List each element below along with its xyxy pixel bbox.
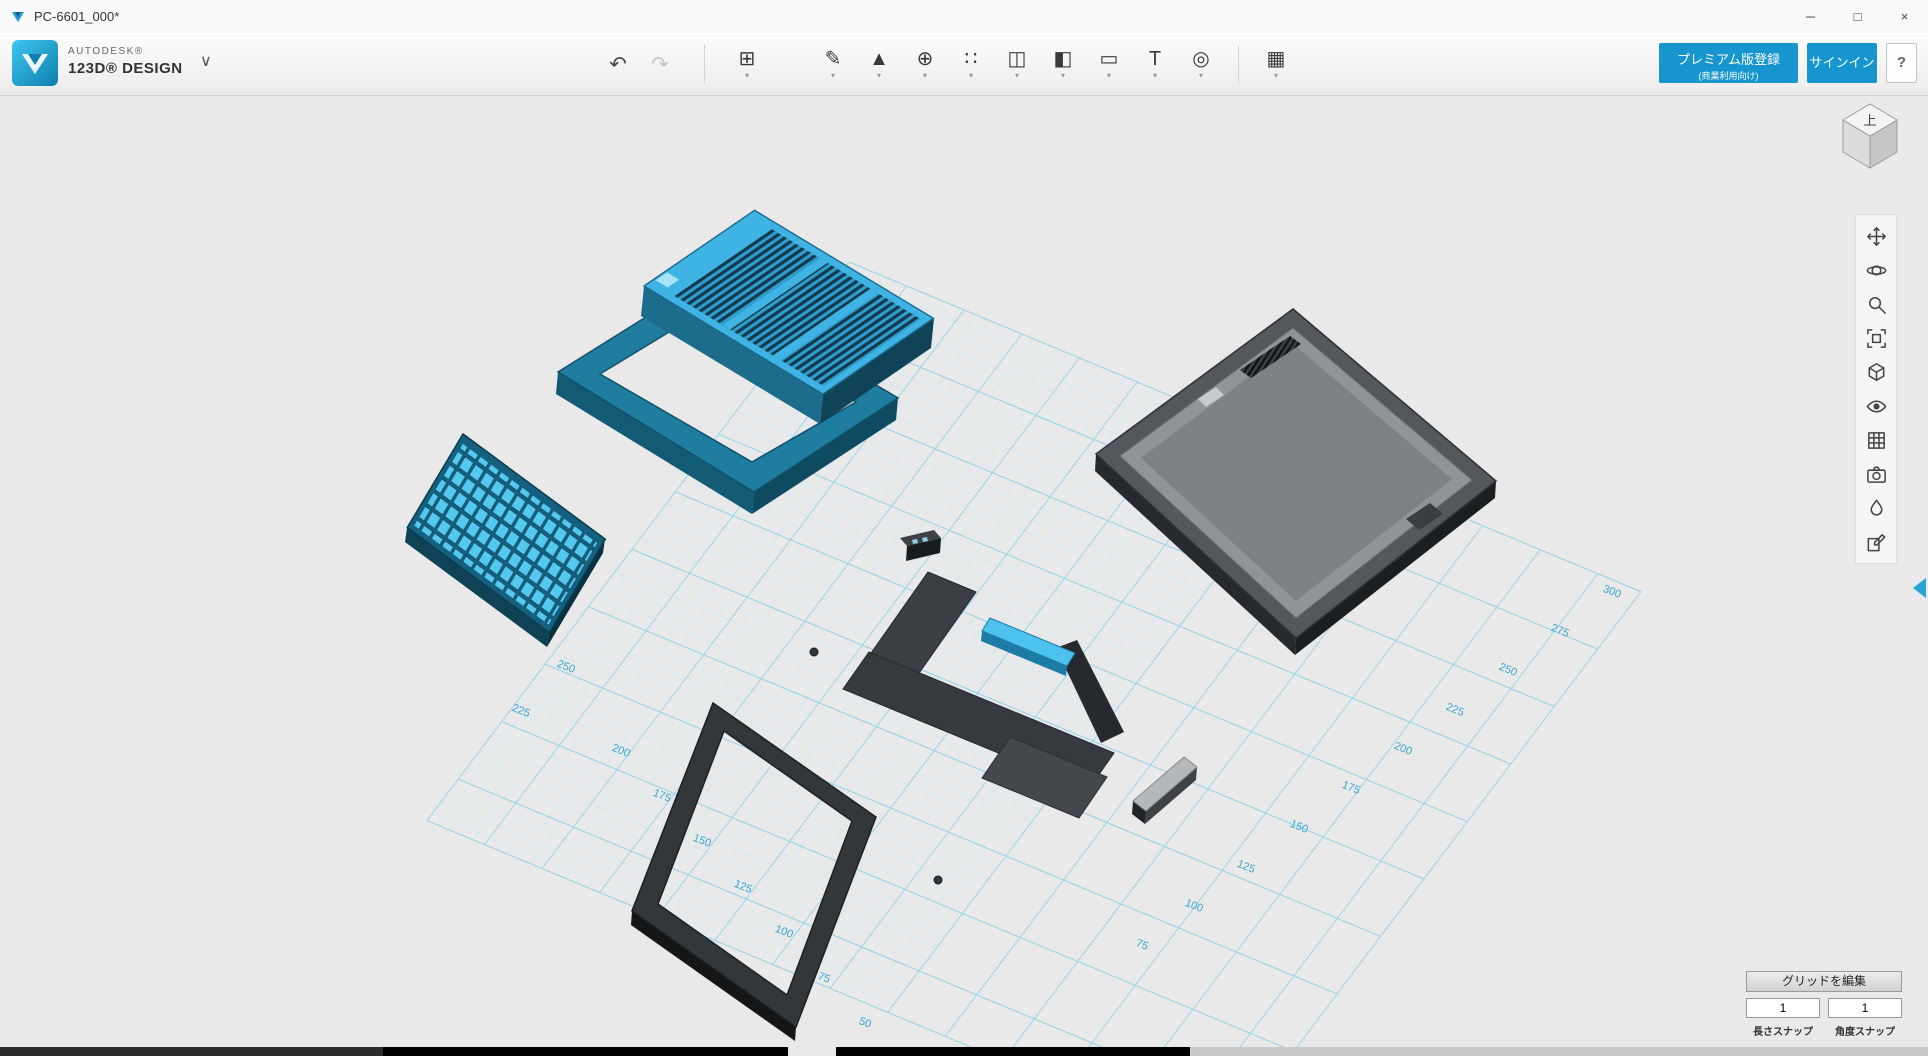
tool-menu-row: ⊞▾✎▾▲▾⊕▾∷▾◫▾◧▾▭▾T▾◎▾▦▾ — [724, 33, 1299, 95]
snap-icon: ◎ — [1192, 48, 1209, 70]
view-cube[interactable]: 上 — [1834, 94, 1906, 174]
construct-menu-button[interactable]: ▲▾ — [856, 38, 902, 90]
modify-menu-button[interactable]: ⊕▾ — [902, 38, 948, 90]
autodesk-wordmark: AUTODESK® — [68, 46, 183, 57]
pattern-menu-button[interactable]: ∷▾ — [948, 38, 994, 90]
main-toolbar: AUTODESK® 123D® DESIGN ∨ ↶ ↷ ⊞▾✎▾▲▾⊕▾∷▾◫… — [0, 33, 1928, 96]
grouping-icon: ◫ — [1008, 48, 1027, 70]
primitives-icon: ⊞ — [739, 48, 756, 70]
help-button[interactable]: ? — [1886, 43, 1917, 83]
premium-register-button[interactable]: プレミアム版登録 (商業利用向け) — [1659, 43, 1798, 83]
collapse-panel-arrow-icon[interactable] — [1913, 578, 1926, 598]
measure-menu-button[interactable]: ▭▾ — [1086, 38, 1132, 90]
shaded-view-icon[interactable] — [1858, 355, 1894, 389]
text-menu-button[interactable]: T▾ — [1132, 38, 1178, 90]
combine-icon: ◧ — [1054, 48, 1073, 70]
sign-in-button[interactable]: サインイン — [1807, 43, 1877, 83]
minimize-button[interactable]: ─ — [1787, 0, 1834, 33]
app-icon — [10, 9, 26, 25]
pan-icon[interactable] — [1858, 219, 1894, 253]
toolbar-divider — [1238, 45, 1239, 83]
angle-snap-label: 角度スナップ — [1828, 1023, 1902, 1038]
material-view-icon[interactable] — [1858, 423, 1894, 457]
background-window-strip — [383, 1047, 788, 1056]
dropdown-caret-icon: ▾ — [1274, 71, 1278, 80]
dropdown-caret-icon: ▾ — [923, 71, 927, 80]
background-window-strip — [1190, 1047, 1928, 1056]
dropdown-caret-icon: ▾ — [877, 71, 881, 80]
zoom-fit-icon[interactable] — [1858, 321, 1894, 355]
combine-menu-button[interactable]: ◧▾ — [1040, 38, 1086, 90]
measure-icon: ▭ — [1100, 48, 1119, 70]
material-menu-button[interactable]: ▦▾ — [1253, 38, 1299, 90]
background-window-strip — [0, 1047, 383, 1056]
length-snap-label: 長さスナップ — [1746, 1023, 1820, 1038]
snap-menu-button[interactable]: ◎▾ — [1178, 38, 1224, 90]
grouping-menu-button[interactable]: ◫▾ — [994, 38, 1040, 90]
orbit-icon[interactable] — [1858, 253, 1894, 287]
dropdown-caret-icon: ▾ — [969, 71, 973, 80]
dropdown-caret-icon: ▾ — [1153, 71, 1157, 80]
angle-snap-input[interactable] — [1828, 998, 1902, 1018]
primitives-menu-button[interactable]: ⊞▾ — [724, 38, 770, 90]
app-brand: AUTODESK® 123D® DESIGN — [12, 40, 183, 86]
window-title: PC-6601_000* — [34, 9, 119, 24]
dropdown-caret-icon: ▾ — [1061, 71, 1065, 80]
construct-icon: ▲ — [869, 48, 889, 70]
screenshot-icon[interactable] — [1858, 457, 1894, 491]
material-icon: ▦ — [1267, 48, 1286, 70]
maximize-button[interactable]: □ — [1834, 0, 1881, 33]
view-cube-top-label[interactable]: 上 — [1863, 113, 1876, 128]
dropdown-caret-icon: ▾ — [1107, 71, 1111, 80]
dropdown-caret-icon: ▾ — [745, 71, 749, 80]
close-button[interactable]: × — [1881, 0, 1928, 33]
title-bar: PC-6601_000* ─ □ × — [0, 0, 1928, 34]
viewport-nav-rail — [1855, 214, 1897, 564]
pattern-icon: ∷ — [965, 48, 978, 70]
dropdown-caret-icon: ▾ — [1199, 71, 1203, 80]
redo-button[interactable]: ↷ — [642, 49, 678, 79]
app-menu-chevron-icon[interactable]: ∨ — [200, 51, 212, 71]
app-logo-icon — [12, 40, 58, 86]
product-wordmark: 123D® DESIGN — [68, 60, 183, 77]
sketch-icon: ✎ — [825, 48, 842, 70]
zoom-icon[interactable] — [1858, 287, 1894, 321]
sketch-menu-button[interactable]: ✎▾ — [810, 38, 856, 90]
length-snap-input[interactable] — [1746, 998, 1820, 1018]
modify-icon: ⊕ — [917, 48, 934, 70]
render-icon[interactable] — [1858, 491, 1894, 525]
edit-grid-button[interactable]: グリッドを編集 — [1746, 971, 1902, 992]
toolbar-divider — [704, 45, 705, 83]
viewport-background — [0, 95, 1928, 1056]
dropdown-caret-icon: ▾ — [1015, 71, 1019, 80]
visibility-icon[interactable] — [1858, 389, 1894, 423]
background-window-strip — [836, 1047, 1190, 1056]
text-icon: T — [1149, 48, 1161, 70]
dropdown-caret-icon: ▾ — [831, 71, 835, 80]
undo-button[interactable]: ↶ — [600, 49, 636, 79]
edit-grid-icon[interactable] — [1858, 525, 1894, 559]
